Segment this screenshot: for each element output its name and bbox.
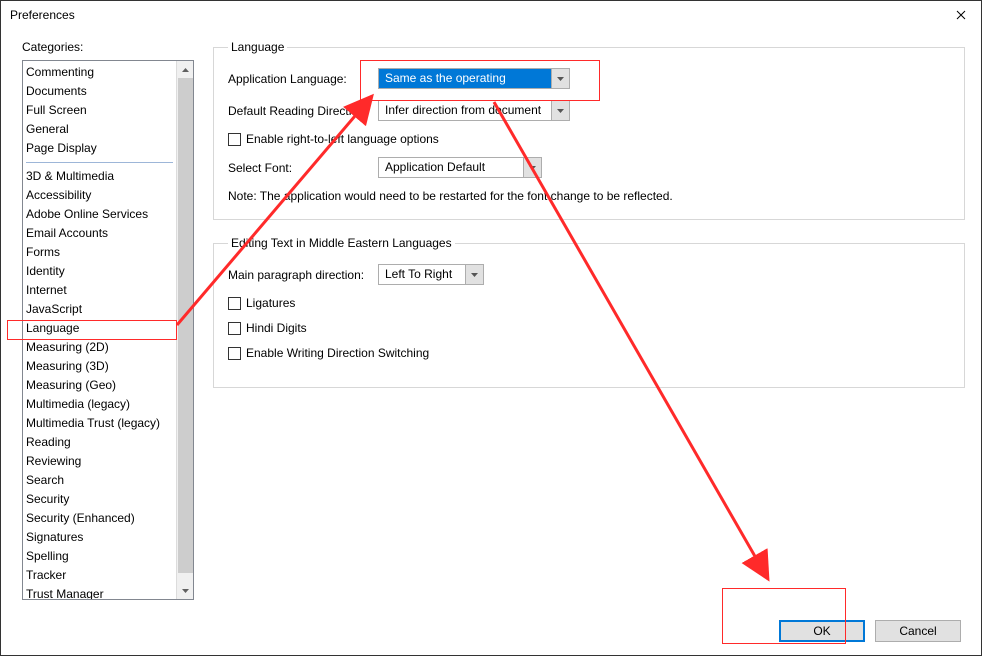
list-item[interactable]: Reviewing bbox=[23, 452, 176, 471]
list-item[interactable]: Measuring (2D) bbox=[23, 338, 176, 357]
close-button[interactable] bbox=[938, 0, 983, 30]
list-item[interactable]: JavaScript bbox=[23, 300, 176, 319]
list-item[interactable]: Reading bbox=[23, 433, 176, 452]
list-item[interactable]: Measuring (Geo) bbox=[23, 376, 176, 395]
list-item[interactable]: Measuring (3D) bbox=[23, 357, 176, 376]
reading-direction-combo[interactable]: Infer direction from document bbox=[378, 100, 570, 121]
language-legend: Language bbox=[228, 40, 287, 54]
chevron-down-icon bbox=[182, 589, 189, 593]
hindi-digits-checkbox[interactable] bbox=[228, 322, 241, 335]
font-restart-note: Note: The application would need to be r… bbox=[228, 189, 950, 203]
select-font-label: Select Font: bbox=[228, 161, 378, 175]
list-item[interactable]: Security (Enhanced) bbox=[23, 509, 176, 528]
rtl-options-label: Enable right-to-left language options bbox=[246, 132, 439, 146]
cancel-button[interactable]: Cancel bbox=[875, 620, 961, 642]
paragraph-direction-combo[interactable]: Left To Right bbox=[378, 264, 484, 285]
list-item[interactable]: Trust Manager bbox=[23, 585, 176, 600]
list-item[interactable]: Adobe Online Services bbox=[23, 205, 176, 224]
ligatures-checkbox[interactable] bbox=[228, 297, 241, 310]
chevron-down-icon bbox=[557, 77, 564, 81]
list-item[interactable]: Multimedia (legacy) bbox=[23, 395, 176, 414]
reading-direction-value: Infer direction from document bbox=[379, 101, 551, 120]
list-item-language[interactable]: Language bbox=[23, 319, 176, 338]
chevron-down-icon bbox=[529, 166, 536, 170]
listbox-scrollbar[interactable] bbox=[176, 61, 193, 599]
chevron-down-icon bbox=[557, 109, 564, 113]
list-item[interactable]: General bbox=[23, 120, 176, 139]
chevron-up-icon bbox=[182, 68, 189, 72]
paragraph-direction-value: Left To Right bbox=[379, 265, 465, 284]
list-item[interactable]: 3D & Multimedia bbox=[23, 167, 176, 186]
app-language-value: Same as the operating system bbox=[379, 69, 551, 88]
combo-dropdown-button[interactable] bbox=[551, 69, 568, 88]
list-separator bbox=[26, 162, 173, 163]
list-item[interactable]: Tracker bbox=[23, 566, 176, 585]
ok-button[interactable]: OK bbox=[779, 620, 865, 642]
chevron-down-icon bbox=[471, 273, 478, 277]
app-language-label: Application Language: bbox=[228, 72, 378, 86]
paragraph-direction-label: Main paragraph direction: bbox=[228, 268, 378, 282]
combo-dropdown-button[interactable] bbox=[523, 158, 540, 177]
scroll-down-arrow[interactable] bbox=[177, 582, 194, 599]
list-item[interactable]: Security bbox=[23, 490, 176, 509]
hindi-digits-label: Hindi Digits bbox=[246, 321, 307, 335]
close-icon bbox=[956, 10, 966, 20]
list-item[interactable]: Internet bbox=[23, 281, 176, 300]
select-font-combo[interactable]: Application Default bbox=[378, 157, 542, 178]
list-item[interactable]: Identity bbox=[23, 262, 176, 281]
titlebar: Preferences bbox=[0, 0, 983, 30]
writing-direction-switching-checkbox[interactable] bbox=[228, 347, 241, 360]
list-item[interactable]: Email Accounts bbox=[23, 224, 176, 243]
list-item[interactable]: Spelling bbox=[23, 547, 176, 566]
combo-dropdown-button[interactable] bbox=[465, 265, 482, 284]
list-item[interactable]: Documents bbox=[23, 82, 176, 101]
reading-direction-label: Default Reading Direction: bbox=[228, 104, 378, 118]
categories-listbox[interactable]: Commenting Documents Full Screen General… bbox=[22, 60, 194, 600]
list-item[interactable]: Forms bbox=[23, 243, 176, 262]
scroll-thumb[interactable] bbox=[178, 78, 193, 573]
list-item[interactable]: Multimedia Trust (legacy) bbox=[23, 414, 176, 433]
list-item[interactable]: Signatures bbox=[23, 528, 176, 547]
writing-direction-switching-label: Enable Writing Direction Switching bbox=[246, 346, 429, 360]
editing-group: Editing Text in Middle Eastern Languages… bbox=[213, 236, 965, 388]
list-item[interactable]: Page Display bbox=[23, 139, 176, 158]
list-item[interactable]: Accessibility bbox=[23, 186, 176, 205]
window-title: Preferences bbox=[10, 8, 75, 22]
scroll-up-arrow[interactable] bbox=[177, 61, 194, 78]
list-item[interactable]: Commenting bbox=[23, 63, 176, 82]
list-item[interactable]: Full Screen bbox=[23, 101, 176, 120]
categories-label: Categories: bbox=[22, 40, 197, 54]
rtl-options-checkbox[interactable] bbox=[228, 133, 241, 146]
list-item[interactable]: Search bbox=[23, 471, 176, 490]
language-group: Language Application Language: Same as t… bbox=[213, 40, 965, 220]
app-language-combo[interactable]: Same as the operating system bbox=[378, 68, 570, 89]
combo-dropdown-button[interactable] bbox=[551, 101, 568, 120]
select-font-value: Application Default bbox=[379, 158, 523, 177]
ligatures-label: Ligatures bbox=[246, 296, 295, 310]
editing-legend: Editing Text in Middle Eastern Languages bbox=[228, 236, 455, 250]
